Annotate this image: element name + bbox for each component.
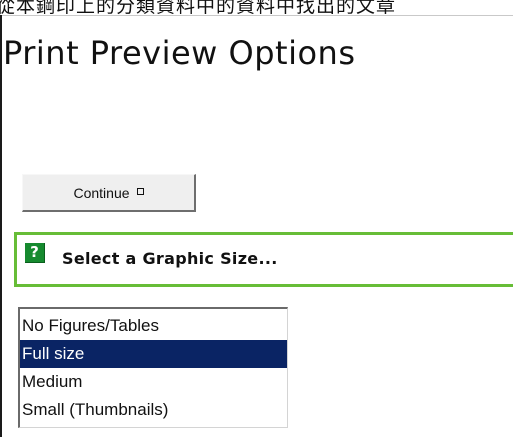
continue-button[interactable]: Continue: [22, 174, 196, 212]
graphic-size-heading: Select a Graphic Size...: [62, 249, 278, 268]
option-medium[interactable]: Medium: [20, 368, 287, 396]
option-small-thumbnails[interactable]: Small (Thumbnails): [20, 396, 287, 424]
content-frame-left-border: [0, 15, 2, 437]
print-preview-options-page: 從本鋼印上的分類資料中的資料中找出的文章 Print Preview Optio…: [0, 0, 513, 437]
graphic-size-section: ? Select a Graphic Size...: [14, 232, 513, 287]
option-full-size-selected[interactable]: Full size: [20, 340, 287, 368]
continue-button-label: Continue: [73, 184, 130, 201]
content-frame-top-border: [0, 15, 513, 16]
option-no-figures-tables[interactable]: No Figures/Tables: [20, 312, 287, 340]
small-square-icon: [136, 187, 144, 195]
question-mark-icon[interactable]: ?: [25, 243, 45, 263]
graphic-size-listbox[interactable]: No Figures/Tables Full size Medium Small…: [18, 307, 288, 428]
page-title: Print Preview Options: [3, 34, 356, 72]
